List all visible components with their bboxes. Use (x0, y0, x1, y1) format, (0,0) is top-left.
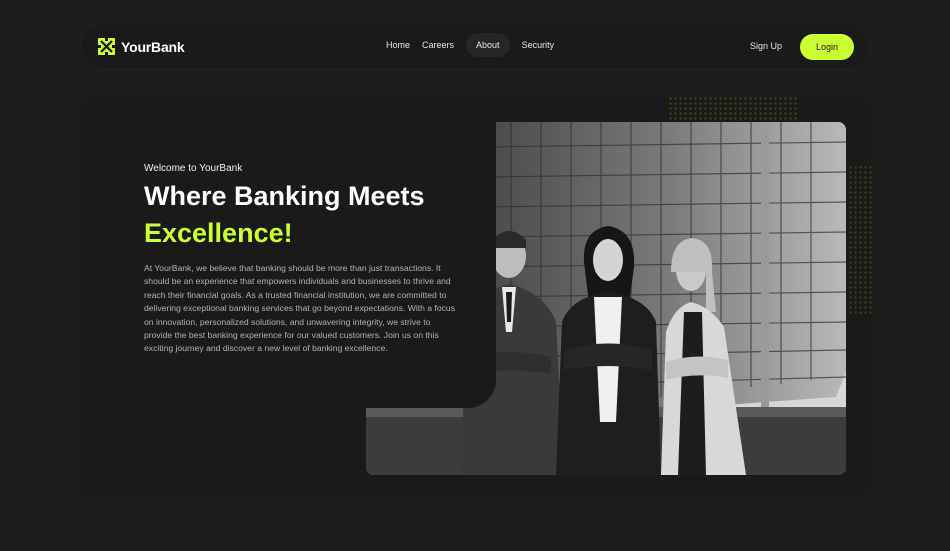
top-navbar: YourBank Home Careers About Security Sig… (80, 22, 870, 70)
login-button[interactable]: Login (800, 34, 854, 60)
nav-about[interactable]: About (466, 33, 510, 57)
hero-headline: Where Banking Meets Excellence! (144, 178, 484, 252)
signup-link[interactable]: Sign Up (750, 41, 782, 51)
nav-careers[interactable]: Careers (416, 33, 460, 57)
nav-security[interactable]: Security (516, 33, 561, 57)
decorative-dots-side (848, 165, 872, 315)
brand-logo[interactable]: YourBank (98, 38, 185, 55)
hero-headline-main: Where Banking Meets (144, 181, 425, 211)
decorative-dots (668, 96, 798, 120)
hero-text-card: Welcome to YourBank Where Banking Meets … (104, 122, 496, 408)
brand-name: YourBank (121, 38, 185, 55)
hero-headline-accent: Excellence! (144, 218, 293, 248)
main-menu: Home Careers About Security (380, 33, 560, 57)
logo-icon (98, 38, 115, 55)
hero-description: At YourBank, we believe that banking sho… (144, 263, 455, 354)
hero-welcome: Welcome to YourBank (144, 163, 243, 174)
nav-home[interactable]: Home (380, 33, 416, 57)
